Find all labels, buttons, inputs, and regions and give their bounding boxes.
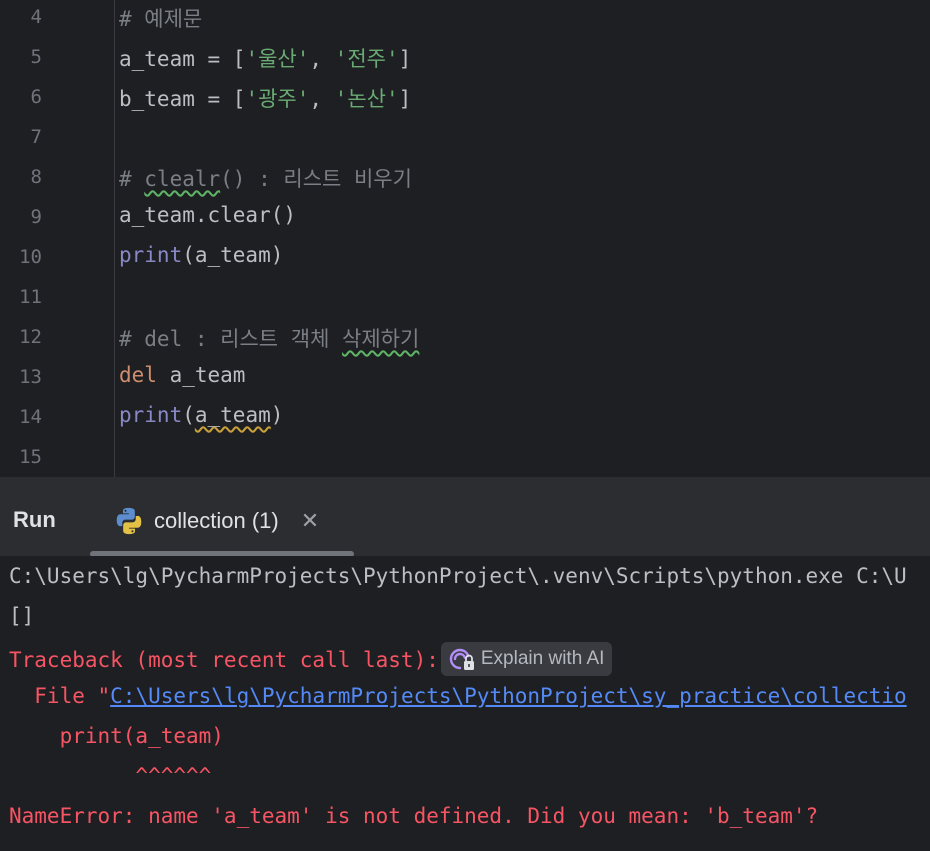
code-text: # 예제문 [119, 3, 202, 33]
traceback-caret-line: ^^^^^^ [9, 764, 212, 788]
editor-line[interactable]: 7 [0, 118, 930, 158]
code-token: '광주' [245, 87, 310, 111]
code-token: clealr [144, 167, 221, 191]
line-number: 5 [30, 46, 42, 68]
line-number: 4 [30, 6, 42, 28]
editor-line[interactable]: 13 del a_team [0, 358, 930, 398]
code-token: '울산' [245, 47, 310, 71]
error-message-line: NameError: name 'a_team' is not defined.… [9, 804, 819, 828]
editor-line[interactable]: 15 [0, 438, 930, 477]
code-token: print [119, 243, 183, 267]
line-number: 7 [30, 126, 42, 148]
line-number: 12 [19, 326, 42, 348]
editor-line[interactable]: 11 [0, 278, 930, 318]
line-number: 15 [19, 446, 42, 468]
editor-line[interactable]: 6 b_team = ['광주', '논산'] [0, 78, 930, 118]
code-token: () : 리스트 비우기 [220, 167, 412, 191]
ai-assistant-icon [449, 648, 474, 670]
explain-with-ai-label: Explain with AI [480, 648, 605, 669]
code-token: 삭제하기 [342, 327, 420, 351]
code-token: ] [398, 87, 412, 111]
traceback-header: Traceback (most recent call last): [9, 648, 439, 672]
code-text: print(a_team) [119, 243, 283, 267]
code-text: b_team = ['광주', '논산'] [119, 83, 411, 113]
code-token: a_team [194, 403, 271, 427]
run-console[interactable]: C:\Users\lg\PycharmProjects\PythonProjec… [0, 556, 930, 851]
code-token: '논산' [334, 87, 399, 111]
code-text: # del : 리스트 객체 삭제하기 [119, 323, 419, 353]
file-prefix: File " [9, 684, 111, 708]
code-token: a_team [156, 363, 246, 387]
line-number: 8 [30, 166, 42, 188]
traceback-file-line: File "C:\Users\lg\PycharmProjects\Python… [9, 684, 907, 724]
code-token: a_team.clear() [119, 203, 297, 227]
explain-with-ai-button[interactable]: Explain with AI [440, 642, 613, 676]
traceback-source-line: print(a_team) [9, 724, 224, 748]
code-text: a_team.clear() [119, 203, 296, 227]
editor-line[interactable]: 5 a_team = ['울산', '전주'] [0, 38, 930, 78]
code-token: ] [398, 47, 412, 71]
code-token: a_team = [ [119, 47, 246, 71]
code-text: # clealr() : 리스트 비우기 [119, 163, 412, 193]
line-number: 11 [19, 286, 42, 308]
file-path-link[interactable]: C:\Users\lg\PycharmProjects\PythonProjec… [110, 684, 907, 708]
traceback-line: Traceback (most recent call last): Expla… [9, 642, 613, 684]
tab-collection[interactable]: collection (1) ✕ [114, 501, 319, 541]
line-number: 6 [30, 86, 42, 108]
code-editor[interactable]: 4 # 예제문 5 a_team = ['울산', '전주'] 6 b_team = ['… [0, 0, 930, 477]
code-token: # [119, 167, 145, 191]
code-token: ) [270, 403, 284, 427]
code-token: (a_team) [182, 243, 284, 267]
python-icon [116, 507, 142, 535]
code-token: del [119, 363, 157, 387]
line-number: 14 [19, 406, 42, 428]
code-token: ( [182, 403, 195, 427]
line-number: 10 [19, 246, 42, 268]
code-text: print(a_team) [119, 403, 283, 427]
editor-line[interactable]: 8 # clealr() : 리스트 비우기 [0, 158, 930, 198]
console-command-line: C:\Users\lg\PycharmProjects\PythonProjec… [9, 564, 907, 588]
line-number: 13 [19, 366, 42, 388]
editor-line[interactable]: 10 print(a_team) [0, 238, 930, 278]
line-number: 9 [30, 206, 42, 228]
editor-line[interactable]: 9 a_team.clear() [0, 198, 930, 238]
code-token: b_team = [ [119, 87, 246, 111]
code-token: , [309, 87, 335, 111]
run-panel-title: Run [13, 507, 56, 532]
console-output-line: [] [9, 604, 35, 628]
code-text: a_team = ['울산', '전주'] [119, 43, 411, 73]
code-token: '전주' [334, 47, 399, 71]
code-text: del a_team [119, 363, 245, 387]
editor-line[interactable]: 4 # 예제문 [0, 0, 930, 38]
code-token: # del : 리스트 객체 [119, 327, 343, 351]
editor-line[interactable]: 12 # del : 리스트 객체 삭제하기 [0, 318, 930, 358]
run-panel-header: Run collection (1) ✕ [0, 477, 930, 557]
tab-label: collection (1) [154, 508, 279, 533]
code-token: , [309, 47, 335, 71]
code-token: # 예제문 [119, 7, 203, 31]
close-icon[interactable]: ✕ [301, 509, 319, 534]
code-token: print [119, 403, 183, 427]
editor-line[interactable]: 14 print(a_team) [0, 398, 930, 438]
